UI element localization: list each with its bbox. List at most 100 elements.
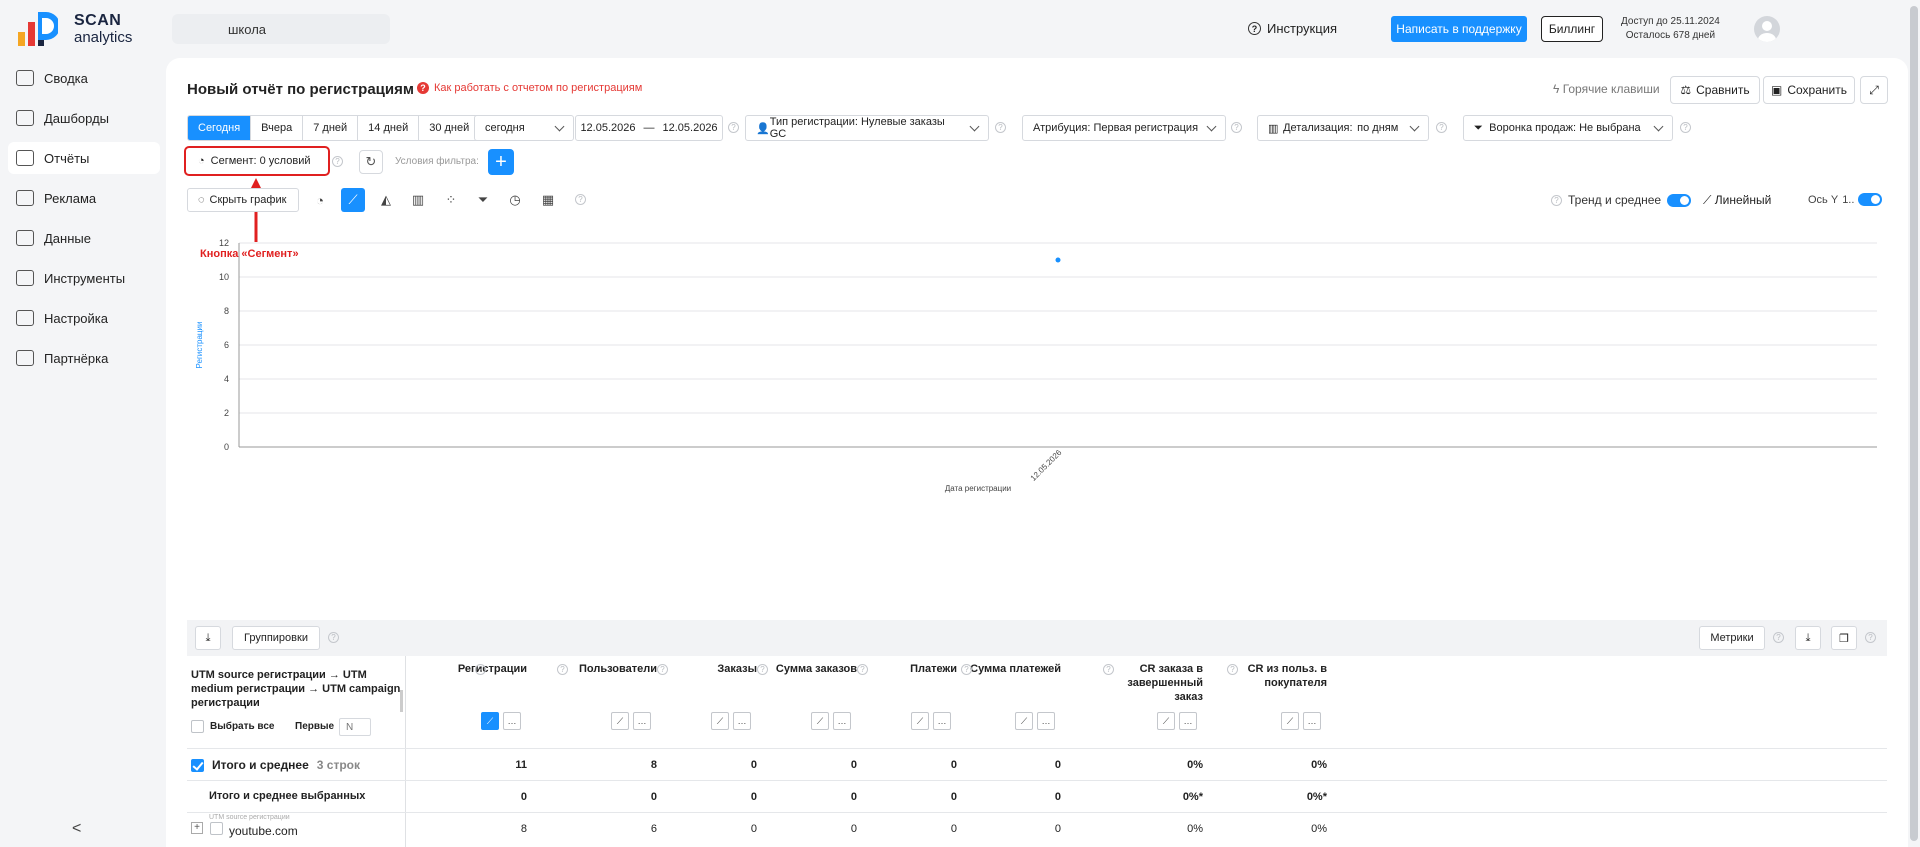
column-resize-handle[interactable] — [400, 690, 403, 712]
help-icon[interactable]: ? — [1103, 664, 1114, 675]
period-7-days[interactable]: 7 дней — [303, 116, 359, 140]
compare-button[interactable]: ⚖ Сравнить — [1670, 76, 1760, 104]
column-options-button[interactable]: … — [733, 712, 751, 730]
help-icon[interactable]: ? — [328, 632, 339, 643]
column-chart-toggle[interactable]: ⟋ — [811, 712, 829, 730]
column-chart-toggle[interactable]: ⟋ — [911, 712, 929, 730]
bar-chart-icon[interactable]: ▥ — [406, 188, 430, 212]
column-chart-toggle[interactable]: ⟋ — [1015, 712, 1033, 730]
funnel-chart-icon[interactable]: ⏷ — [471, 188, 495, 212]
attribution-dropdown[interactable]: Атрибуция: Первая регистрация — [1022, 115, 1226, 141]
column-chart-toggle[interactable]: ⟋ — [1157, 712, 1175, 730]
sidebar-item-partners[interactable]: Партнёрка — [8, 342, 160, 374]
download-table-button[interactable]: ⤓ — [1795, 626, 1821, 650]
expand-row-icon[interactable]: + — [191, 822, 203, 834]
select-all-checkbox[interactable] — [191, 720, 204, 733]
scatter-chart-icon[interactable]: ⁘ — [439, 188, 463, 212]
avatar[interactable] — [1754, 16, 1780, 42]
sidebar-item-tools[interactable]: Инструменты — [8, 262, 160, 294]
segment-button[interactable]: ◔ Сегмент: 0 условий — [184, 146, 330, 176]
support-button[interactable]: Написать в поддержку — [1391, 16, 1527, 42]
copy-button[interactable]: ❐ — [1831, 626, 1857, 650]
help-icon[interactable]: ? — [757, 664, 768, 675]
column-chart-toggle[interactable]: ⟋ — [481, 712, 499, 730]
column-chart-toggle[interactable]: ⟋ — [1281, 712, 1299, 730]
howto-link[interactable]: ? Как работать с отчетом по регистрациям — [417, 82, 642, 94]
column-options-button[interactable]: … — [503, 712, 521, 730]
column-header[interactable]: Пользователи — [561, 662, 657, 676]
line-chart-icon[interactable]: ⟋ — [341, 188, 365, 212]
help-icon[interactable]: ? — [475, 664, 486, 675]
help-icon[interactable]: ? — [857, 664, 868, 675]
funnel-dropdown[interactable]: ⏷ Воронка продаж: Не выбрана — [1463, 115, 1673, 141]
table-row[interactable]: + UTM source регистрации youtube.com 8 6 0… — [187, 812, 1887, 844]
add-condition-button[interactable]: + — [488, 149, 514, 175]
scale-dropdown[interactable]: ⟋ Линейный — [1703, 193, 1771, 208]
area-chart-icon[interactable]: ◭ — [374, 188, 398, 212]
help-icon[interactable]: ? — [1773, 632, 1784, 643]
help-icon[interactable]: ? — [1436, 122, 1447, 133]
column-chart-toggle[interactable]: ⟋ — [711, 712, 729, 730]
column-header[interactable]: CR из польз. в покупателя — [1231, 662, 1327, 690]
column-options-button[interactable]: … — [833, 712, 851, 730]
instruction-link[interactable]: ? Инструкция — [1248, 21, 1337, 36]
period-today[interactable]: Сегодня — [188, 116, 252, 140]
hide-chart-button[interactable]: ◌ Скрыть график — [187, 188, 299, 212]
groupings-button[interactable]: Группировки — [232, 626, 320, 650]
column-options-button[interactable]: … — [933, 712, 951, 730]
period-30-days[interactable]: 30 дней — [419, 116, 480, 140]
help-icon[interactable]: ? — [1865, 632, 1876, 643]
help-icon[interactable]: ? — [1680, 122, 1691, 133]
sidebar-item-reports[interactable]: Отчёты — [8, 142, 160, 174]
help-icon[interactable]: ? — [575, 194, 586, 205]
trend-toggle[interactable] — [1667, 193, 1692, 207]
page-scrollbar[interactable] — [1910, 6, 1918, 841]
first-n-input[interactable] — [339, 718, 371, 736]
sidebar-item-data[interactable]: Данные — [8, 222, 160, 254]
gauge-icon[interactable]: ◷ — [503, 188, 527, 212]
total-row-checkbox[interactable] — [191, 758, 204, 772]
row-checkbox[interactable] — [210, 822, 223, 835]
sidebar-item-settings[interactable]: Настройка — [8, 302, 160, 334]
column-options-button[interactable]: … — [1037, 712, 1055, 730]
period-dropdown[interactable]: сегодня — [474, 115, 574, 141]
column-header[interactable]: Платежи — [861, 662, 957, 676]
pie-chart-icon[interactable]: ◔ — [308, 188, 332, 212]
project-selector[interactable]: школа — [172, 14, 390, 44]
column-options-button[interactable]: … — [1179, 712, 1197, 730]
logo[interactable]: SCAN analytics — [14, 8, 144, 50]
select-all[interactable]: Выбрать все — [191, 720, 274, 733]
axis-y-toggle[interactable] — [1858, 193, 1883, 206]
column-options-button[interactable]: … — [1303, 712, 1321, 730]
help-icon[interactable]: ? — [657, 664, 668, 675]
help-icon[interactable]: ? — [728, 122, 739, 133]
column-chart-toggle[interactable]: ⟋ — [611, 712, 629, 730]
column-header[interactable]: Заказы — [661, 662, 757, 676]
column-options-button[interactable]: … — [633, 712, 651, 730]
help-icon[interactable]: ? — [961, 664, 972, 675]
save-button[interactable]: ▣ Сохранить — [1763, 76, 1855, 104]
fullscreen-button[interactable]: ⤢ — [1860, 76, 1888, 104]
help-icon[interactable]: ? — [1231, 122, 1242, 133]
period-yesterday[interactable]: Вчера — [251, 116, 304, 140]
help-icon[interactable]: ? — [332, 156, 343, 167]
column-header[interactable]: Сумма заказов — [761, 662, 857, 676]
collapse-sidebar-button[interactable]: < — [72, 820, 81, 838]
sidebar-item-dashboards[interactable]: Дашборды — [8, 102, 160, 134]
metrics-button[interactable]: Метрики — [1699, 626, 1765, 650]
sidebar-item-ads[interactable]: Реклама — [8, 182, 160, 214]
date-range-picker[interactable]: 12.05.2026 — 12.05.2026 — [575, 115, 723, 141]
help-icon[interactable]: ? — [557, 664, 568, 675]
help-icon[interactable]: ? — [995, 122, 1006, 133]
billing-button[interactable]: Биллинг — [1541, 16, 1603, 42]
refresh-button[interactable]: ↻ — [359, 150, 383, 174]
help-icon[interactable]: ? — [1227, 664, 1238, 675]
period-14-days[interactable]: 14 дней — [358, 116, 420, 140]
registration-type-dropdown[interactable]: 👤 Тип регистрации: Нулевые заказы GC — [745, 115, 989, 141]
detail-dropdown[interactable]: ▥ Детализация: по дням — [1257, 115, 1429, 141]
help-icon[interactable]: ? — [1551, 194, 1562, 206]
column-header[interactable]: Сумма платежей — [965, 662, 1061, 676]
grid-icon[interactable]: ▦ — [536, 188, 560, 212]
column-header[interactable]: CR заказа в завершенный заказ — [1107, 662, 1203, 704]
sidebar-item-summary[interactable]: Сводка — [8, 62, 160, 94]
